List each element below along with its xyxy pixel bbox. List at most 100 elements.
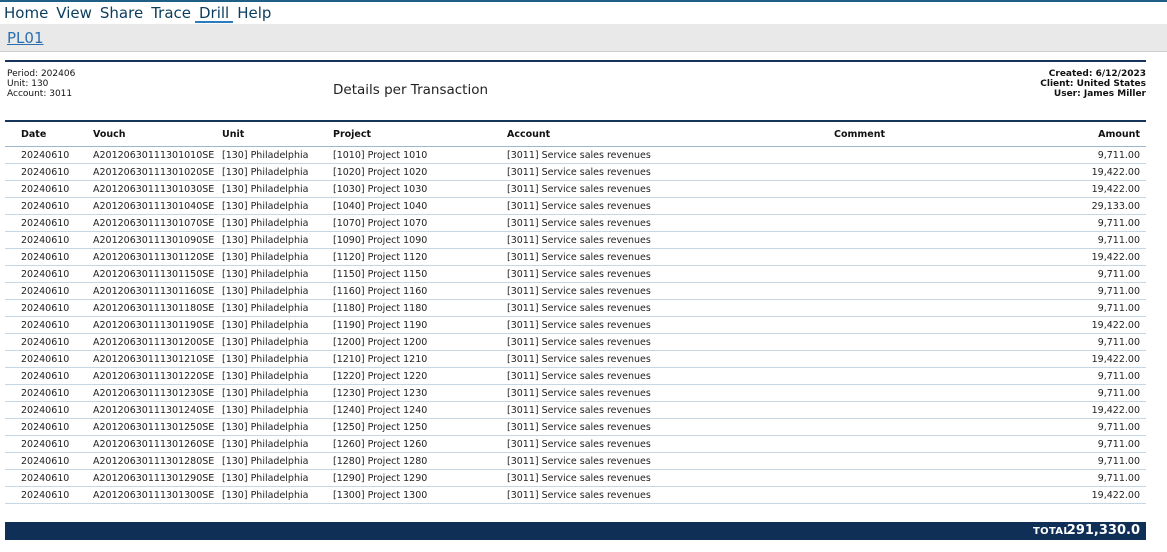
cell-vouch: A20120630111301230SE [93, 388, 215, 399]
cell-project: [1220] Project 1220 [333, 371, 428, 382]
header-bottom-rule [5, 120, 1146, 122]
cell-project: [1250] Project 1250 [333, 422, 428, 433]
cell-unit: [130] Philadelphia [222, 218, 309, 229]
transactions-table: Date Vouch Unit Project Account Comment … [5, 126, 1146, 504]
breadcrumb: PL01 [0, 24, 1167, 52]
menu-home[interactable]: Home [0, 3, 52, 23]
cell-project: [1180] Project 1180 [333, 303, 428, 314]
cell-amount: 9,711.00 [1097, 218, 1140, 229]
cell-vouch: A20120630111301260SE [93, 439, 215, 450]
cell-vouch: A20120630111301210SE [93, 354, 215, 365]
table-row[interactable]: 20240610 A20120630111301070SE [130] Philad… [5, 215, 1146, 232]
table-row[interactable]: 20240610 A20120630111301090SE [130] Philad… [5, 232, 1146, 249]
table-row[interactable]: 20240610 A20120630111301240SE [130] Philad… [5, 402, 1146, 419]
cell-vouch: A20120630111301240SE [93, 405, 215, 416]
cell-unit: [130] Philadelphia [222, 320, 309, 331]
col-header-comment[interactable]: Comment [834, 129, 885, 140]
col-header-unit[interactable]: Unit [222, 129, 244, 140]
table-row[interactable]: 20240610 A20120630111301200SE [130] Philad… [5, 334, 1146, 351]
top-accent-line [0, 0, 1167, 2]
cell-vouch: A20120630111301220SE [93, 371, 215, 382]
report-meta: Created: 6/12/2023 Client: United States… [1040, 69, 1146, 99]
table-row[interactable]: 20240610 A20120630111301210SE [130] Philad… [5, 351, 1146, 368]
table-row[interactable]: 20240610 A20120630111301160SE [130] Philad… [5, 283, 1146, 300]
cell-vouch: A20120630111301290SE [93, 473, 215, 484]
cell-account: [3011] Service sales revenues [507, 490, 651, 501]
breadcrumb-link-pl01[interactable]: PL01 [7, 29, 44, 47]
col-header-project[interactable]: Project [333, 129, 371, 140]
cell-unit: [130] Philadelphia [222, 184, 309, 195]
col-header-account[interactable]: Account [507, 129, 550, 140]
cell-project: [1040] Project 1040 [333, 201, 428, 212]
cell-amount: 9,711.00 [1097, 473, 1140, 484]
header-top-rule [5, 60, 1146, 62]
cell-amount: 9,711.00 [1097, 439, 1140, 450]
cell-amount: 19,422.00 [1091, 405, 1140, 416]
cell-account: [3011] Service sales revenues [507, 201, 651, 212]
cell-amount: 9,711.00 [1097, 235, 1140, 246]
cell-account: [3011] Service sales revenues [507, 405, 651, 416]
menu-view[interactable]: View [52, 3, 96, 23]
cell-unit: [130] Philadelphia [222, 201, 309, 212]
cell-date: 20240610 [21, 218, 70, 229]
table-row[interactable]: 20240610 A20120630111301150SE [130] Philad… [5, 266, 1146, 283]
col-header-date[interactable]: Date [21, 129, 46, 140]
table-row[interactable]: 20240610 A20120630111301030SE [130] Philad… [5, 181, 1146, 198]
cell-unit: [130] Philadelphia [222, 473, 309, 484]
table-row[interactable]: 20240610 A20120630111301280SE [130] Philad… [5, 453, 1146, 470]
cell-date: 20240610 [21, 167, 70, 178]
cell-vouch: A20120630111301120SE [93, 252, 215, 263]
table-row[interactable]: 20240610 A20120630111301190SE [130] Philad… [5, 317, 1146, 334]
table-row[interactable]: 20240610 A20120630111301180SE [130] Philad… [5, 300, 1146, 317]
cell-date: 20240610 [21, 388, 70, 399]
cell-unit: [130] Philadelphia [222, 371, 309, 382]
col-header-vouch[interactable]: Vouch [93, 129, 126, 140]
cell-unit: [130] Philadelphia [222, 490, 309, 501]
cell-date: 20240610 [21, 422, 70, 433]
cell-project: [1300] Project 1300 [333, 490, 428, 501]
cell-amount: 19,422.00 [1091, 490, 1140, 501]
report-title: Details per Transaction [333, 82, 489, 98]
menu-trace[interactable]: Trace [147, 3, 195, 23]
cell-account: [3011] Service sales revenues [507, 184, 651, 195]
cell-date: 20240610 [21, 286, 70, 297]
table-header: Date Vouch Unit Project Account Comment … [5, 126, 1146, 147]
cell-amount: 9,711.00 [1097, 422, 1140, 433]
table-row[interactable]: 20240610 A20120630111301040SE [130] Philad… [5, 198, 1146, 215]
cell-account: [3011] Service sales revenues [507, 473, 651, 484]
table-row[interactable]: 20240610 A20120630111301220SE [130] Philad… [5, 368, 1146, 385]
cell-account: [3011] Service sales revenues [507, 320, 651, 331]
cell-date: 20240610 [21, 303, 70, 314]
cell-project: [1160] Project 1160 [333, 286, 428, 297]
account-label: Account: 3011 [7, 89, 73, 99]
menu-drill[interactable]: Drill [195, 3, 234, 23]
user-label: User: James Miller [1053, 89, 1146, 99]
total-label: TOTAL [1033, 526, 1070, 537]
table-row[interactable]: 20240610 A20120630111301020SE [130] Philad… [5, 164, 1146, 181]
cell-account: [3011] Service sales revenues [507, 218, 651, 229]
cell-vouch: A20120630111301200SE [93, 337, 215, 348]
table-row[interactable]: 20240610 A20120630111301290SE [130] Philad… [5, 470, 1146, 487]
cell-unit: [130] Philadelphia [222, 150, 309, 161]
cell-vouch: A20120630111301090SE [93, 235, 215, 246]
table-row[interactable]: 20240610 A20120630111301120SE [130] Philad… [5, 249, 1146, 266]
cell-date: 20240610 [21, 150, 70, 161]
menu-help[interactable]: Help [233, 3, 275, 23]
table-row[interactable]: 20240610 A20120630111301300SE [130] Philad… [5, 487, 1146, 504]
cell-amount: 9,711.00 [1097, 286, 1140, 297]
cell-date: 20240610 [21, 473, 70, 484]
col-header-amount[interactable]: Amount [1098, 129, 1140, 140]
table-row[interactable]: 20240610 A20120630111301260SE [130] Philad… [5, 436, 1146, 453]
cell-account: [3011] Service sales revenues [507, 337, 651, 348]
table-row[interactable]: 20240610 A20120630111301250SE [130] Philad… [5, 419, 1146, 436]
cell-unit: [130] Philadelphia [222, 269, 309, 280]
cell-amount: 29,133.00 [1091, 201, 1140, 212]
cell-vouch: A20120630111301070SE [93, 218, 215, 229]
cell-vouch: A20120630111301180SE [93, 303, 215, 314]
table-row[interactable]: 20240610 A20120630111301230SE [130] Philad… [5, 385, 1146, 402]
table-row[interactable]: 20240610 A20120630111301010SE [130] Philad… [5, 147, 1146, 164]
cell-date: 20240610 [21, 201, 70, 212]
cell-unit: [130] Philadelphia [222, 167, 309, 178]
cell-unit: [130] Philadelphia [222, 456, 309, 467]
menu-share[interactable]: Share [96, 3, 147, 23]
